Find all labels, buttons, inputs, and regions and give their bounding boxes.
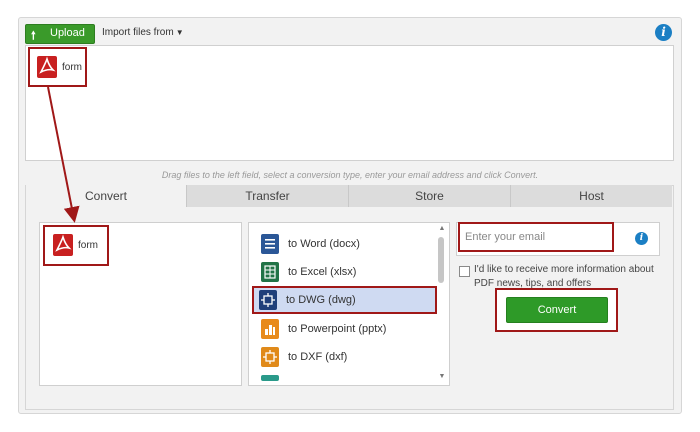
annotation-arrow <box>47 86 80 223</box>
